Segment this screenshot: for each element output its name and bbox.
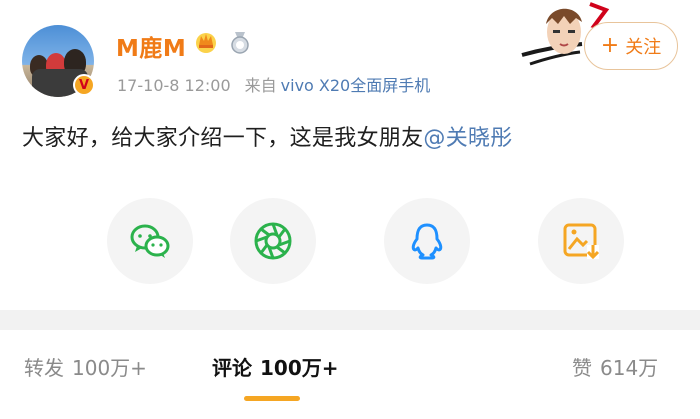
tab-comments[interactable]: 评论 100万+ (212, 352, 339, 381)
tab-repost-label: 转发 (24, 356, 64, 380)
tab-repost[interactable]: 转发 100万+ (24, 352, 147, 381)
tab-repost-count: 100万+ (72, 356, 147, 380)
tab-likes-count: 614万 (600, 356, 659, 380)
crown-icon (196, 33, 216, 53)
share-qq-button[interactable] (384, 198, 470, 284)
post-meta: 17-10-8 12:00 来自 vivo X20全面屏手机 (117, 72, 430, 96)
medal-icon (231, 32, 249, 54)
wechat-icon (130, 224, 170, 258)
verified-badge-icon: V (73, 74, 95, 96)
share-wechat-button[interactable] (107, 198, 193, 284)
plus-icon: + (600, 33, 620, 58)
mention-link[interactable]: @关晓彤 (423, 126, 512, 151)
tab-comments-count: 100万+ (260, 356, 339, 380)
moments-icon (254, 222, 292, 260)
qq-icon (411, 223, 443, 260)
post-timestamp: 17-10-8 12:00 (117, 76, 231, 95)
post-text: 大家好，给大家介绍一下，这是我女朋友 (22, 126, 424, 151)
tab-likes-label: 赞 (572, 356, 592, 380)
follow-label: 关注 (625, 37, 662, 58)
author-name[interactable]: M鹿M (116, 29, 186, 63)
follow-button[interactable]: + 关注 (584, 22, 678, 70)
save-image-icon (563, 223, 600, 260)
section-divider (0, 310, 700, 330)
tab-comments-label: 评论 (212, 356, 252, 380)
tab-likes[interactable]: 赞 614万 (572, 352, 658, 381)
post-body: 大家好，给大家介绍一下，这是我女朋友@关晓彤 (22, 120, 513, 152)
active-tab-indicator (244, 396, 300, 401)
share-moments-button[interactable] (230, 198, 316, 284)
source-label: 来自 (244, 76, 277, 95)
save-image-button[interactable] (538, 198, 624, 284)
device-link[interactable]: vivo X20全面屏手机 (281, 76, 431, 95)
